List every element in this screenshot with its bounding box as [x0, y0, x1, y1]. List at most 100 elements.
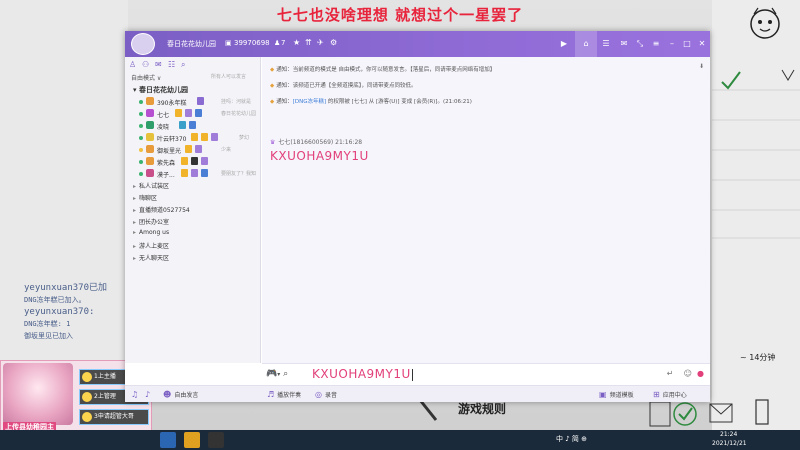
- speaker-icon[interactable]: ♫: [131, 390, 141, 399]
- favorite-star-icon[interactable]: ★: [293, 38, 300, 47]
- music-note-icon: ♬: [267, 390, 275, 399]
- overlay-banner: 七七也没啥理想 就想过个一星罢了: [276, 6, 524, 24]
- expand-icon: ▸: [133, 195, 137, 202]
- member-row[interactable]: 七七 春日花花幼儿园: [139, 109, 261, 119]
- free-speak-label: 自由发言: [174, 392, 199, 399]
- effects-label: 录音: [324, 392, 337, 399]
- member-status: 少来: [221, 147, 232, 153]
- clock-date[interactable]: 2021/12/21: [712, 440, 747, 447]
- list-icon[interactable]: ☷: [168, 60, 175, 69]
- bottom-toolbar: ♫ ♪ ☻ 自由发言 ♬ 播放伴奏 ◎ 录音 ▣ 频道模板 ⊞ 应用中心: [125, 385, 710, 402]
- card-button-superadmin[interactable]: 3申请超管大哥: [79, 409, 149, 425]
- member-name: 七七: [157, 112, 170, 119]
- share-icon[interactable]: ⇈: [305, 38, 312, 47]
- apps-icon: ⊞: [653, 390, 660, 399]
- app-center-button[interactable]: ⊞ 应用中心: [653, 390, 687, 399]
- clock-time[interactable]: 21:24: [720, 431, 737, 438]
- scroll-down-icon[interactable]: ⬇: [699, 63, 704, 70]
- gamepad-icon[interactable]: 🎮: [266, 369, 277, 379]
- sub-channel[interactable]: ▸ 私人试装区: [133, 181, 169, 190]
- enter-icon[interactable]: ↵: [667, 369, 674, 378]
- message-input[interactable]: KXUOHA9MY1U: [312, 367, 413, 381]
- room-avatar[interactable]: [131, 33, 155, 55]
- layout-icon[interactable]: ≡: [649, 38, 663, 50]
- record-icon: ◎: [315, 390, 322, 399]
- shrink-icon[interactable]: ⤡: [633, 38, 647, 50]
- free-speak-button[interactable]: ☻ 自由发言: [163, 390, 198, 399]
- member-row[interactable]: 390永年糕 挂吗：河就是: [139, 97, 261, 107]
- settings-gear-icon[interactable]: ⚙: [330, 38, 337, 47]
- level-badge-icon: [197, 97, 204, 105]
- message-body: KXUOHA9MY1U: [270, 149, 369, 163]
- yy-app-icon[interactable]: [184, 432, 200, 448]
- crown-icon: ♛: [270, 139, 276, 146]
- member-status: 挂吗：河就是: [221, 99, 252, 105]
- card-button-label: 2上管理: [94, 393, 116, 400]
- timer-label: ~ 14分钟: [740, 353, 776, 362]
- group-icon[interactable]: ⚇: [142, 60, 149, 69]
- menu-icon[interactable]: ☰: [599, 38, 613, 50]
- talk-icon: ☻: [163, 390, 172, 399]
- steam-app-icon[interactable]: [160, 432, 176, 448]
- notice-user-link[interactable]: [DNG冻年糕]: [293, 99, 326, 105]
- sub-channel[interactable]: ▸ 游人上麦区: [133, 241, 169, 250]
- room-id: 39970698: [234, 39, 270, 47]
- member-row[interactable]: 紫先森: [139, 157, 261, 167]
- emoji-search-icon[interactable]: ⌕: [283, 369, 288, 379]
- mode-dropdown[interactable]: 自由模式 ∨: [131, 73, 161, 82]
- system-tray[interactable]: 中 ♪ 简 ⊕: [556, 434, 587, 444]
- effects-button[interactable]: ◎ 录音: [315, 390, 337, 399]
- member-status: 梦幻: [239, 135, 250, 141]
- emoji-icon[interactable]: ☺: [684, 369, 692, 378]
- member-row[interactable]: 叶云轩370 梦幻: [139, 133, 261, 143]
- chat-line: 御坂里见已加入: [24, 332, 73, 340]
- crown-badge-icon: [191, 133, 198, 141]
- maximize-icon[interactable]: □: [680, 38, 694, 50]
- chat-icon[interactable]: ✉: [155, 60, 162, 69]
- app-center-label: 应用中心: [662, 392, 687, 399]
- mic-icon[interactable]: ●: [697, 369, 704, 378]
- member-row[interactable]: 御坂里光 少来: [139, 145, 261, 155]
- member-status: 春日花花幼儿园: [221, 111, 257, 117]
- video-icon[interactable]: ▶: [557, 38, 571, 50]
- sub-channel[interactable]: ▸ 直播频道0527754: [133, 205, 190, 214]
- play-music-button[interactable]: ♬ 播放伴奏: [267, 390, 301, 399]
- sub-channel-label: 私人试装区: [139, 183, 170, 190]
- message-icon[interactable]: ✉: [617, 38, 631, 50]
- mic-toggle[interactable]: ♪: [145, 390, 153, 399]
- sub-channel-label: 直播频道0527754: [139, 207, 190, 214]
- online-count: 7: [281, 39, 286, 47]
- sub-channel[interactable]: ▸ 团长办公室: [133, 217, 169, 226]
- close-icon[interactable]: ✕: [695, 38, 709, 50]
- member-name: 叶云轩370: [157, 136, 187, 143]
- member-avatar: [146, 133, 154, 141]
- online-dot: [139, 160, 143, 164]
- pin-icon[interactable]: ✈: [317, 38, 324, 47]
- minimize-icon[interactable]: –: [665, 38, 679, 50]
- template-icon: ▣: [599, 390, 607, 399]
- chat-line: DNG冻年糕已加入。: [24, 296, 86, 304]
- room-name: 春日花花幼儿园: [167, 40, 216, 48]
- sub-channel[interactable]: ▸ 嗨聊区: [133, 193, 157, 202]
- channel-sidebar: ♙ ⚇ ✉ ☷ ⌕ 自由模式 ∨ 所有人可以发言 ▾ 春日花花幼儿园 390永年…: [125, 57, 261, 363]
- system-notice: ◆ 通知：[DNG冻年糕] 的权限被 [七七] 从 [游客(U)] 变成 [会员(…: [270, 97, 472, 105]
- root-channel[interactable]: ▾ 春日花花幼儿园: [133, 85, 188, 95]
- sub-channel[interactable]: ▸ 无人聊天区: [133, 253, 169, 262]
- vip-badge-icon: [195, 109, 202, 117]
- crown-badge-icon: [181, 169, 188, 177]
- obs-app-icon[interactable]: [208, 432, 224, 448]
- search-icon[interactable]: ⌕: [181, 60, 185, 70]
- root-channel-label: 春日花花幼儿园: [138, 86, 188, 94]
- dropdown-icon[interactable]: ▾: [277, 371, 280, 378]
- member-row[interactable]: 漠子... 要朋友了？我知: [139, 169, 261, 179]
- sub-channel[interactable]: ▸ Among us: [133, 229, 169, 236]
- home-icon[interactable]: ⌂: [579, 38, 593, 50]
- person-icon[interactable]: ♙: [129, 60, 136, 69]
- online-dot: [139, 136, 143, 140]
- channel-template-button[interactable]: ▣ 频道模板: [599, 390, 634, 399]
- member-row[interactable]: 凌晓: [139, 121, 261, 131]
- vip-badge-icon: [201, 169, 208, 177]
- notice-text: 的权限被 [七七] 从 [游客(U)] 变成 [会员(R)]。(21:06:21…: [326, 99, 472, 105]
- play-music-label: 播放伴奏: [277, 392, 302, 399]
- sub-channel-label: Among us: [139, 229, 170, 236]
